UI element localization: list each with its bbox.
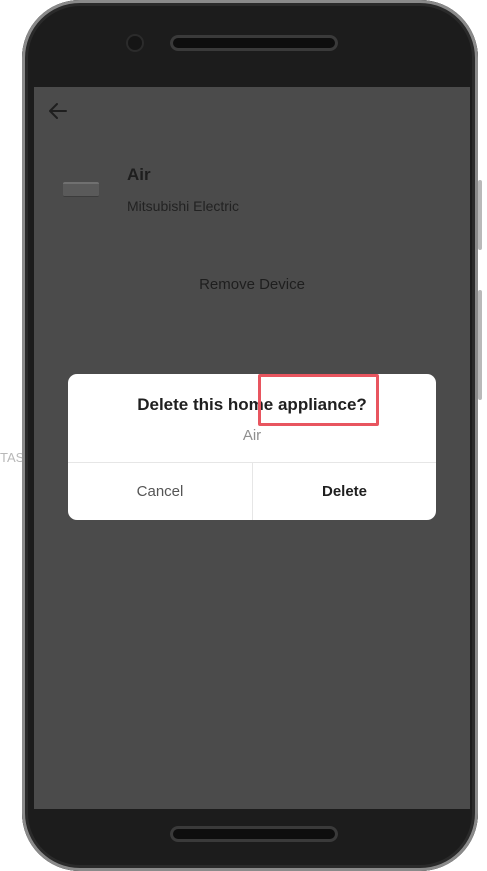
device-name: Air xyxy=(127,165,151,184)
delete-dialog: Delete this home appliance? Air Cancel D… xyxy=(68,374,436,520)
phone-frame: Air Mitsubishi Electric Remove Device De… xyxy=(22,0,482,871)
air-conditioner-icon xyxy=(63,182,99,197)
remove-device-button[interactable]: Remove Device xyxy=(34,276,470,293)
arrow-left-icon[interactable] xyxy=(46,99,70,123)
dialog-title: Delete this home appliance? xyxy=(137,395,367,414)
volume-button xyxy=(478,290,482,400)
app-screen: Air Mitsubishi Electric Remove Device De… xyxy=(34,87,470,809)
dialog-subtitle: Air xyxy=(242,427,262,444)
power-button xyxy=(478,180,482,250)
top-speaker xyxy=(170,35,338,51)
bottom-speaker xyxy=(170,826,338,842)
delete-highlight-box xyxy=(258,374,379,426)
delete-button[interactable]: Delete xyxy=(253,463,436,520)
front-camera xyxy=(128,36,142,50)
cancel-button[interactable]: Cancel xyxy=(68,463,252,520)
background-text: TAS xyxy=(0,450,25,465)
device-brand: Mitsubishi Electric xyxy=(127,198,240,214)
